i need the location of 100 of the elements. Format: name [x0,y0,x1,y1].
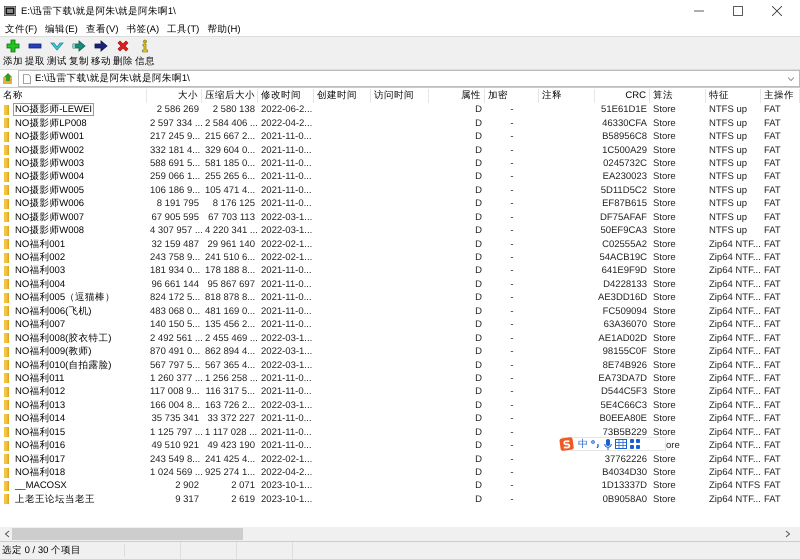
table-cell-text: 2022-02-1... [260,252,314,264]
file-name[interactable]: NO福利009(教师) [13,345,94,358]
input-mode[interactable]: 中 [578,437,588,451]
column-header[interactable]: 名称 [0,89,147,103]
menu-item[interactable]: 查看(V) [82,22,124,36]
column-header[interactable]: 属性 [429,89,485,103]
table-cell-text: FAT [763,332,782,344]
toolbar-button[interactable]: 信息 [134,37,156,69]
folder-icon [4,400,9,410]
scroll-right-icon[interactable] [785,530,791,538]
file-name[interactable]: NO摄影师-LEWEI [13,103,94,116]
table-cell-text: Store [652,225,677,236]
toolbar-button[interactable]: 复制 [68,37,90,69]
table-cell-text: D [474,252,483,264]
file-name[interactable]: NO福利011 [13,372,66,385]
table-cell-text: D [474,238,483,250]
table-cell-text: Zip64 NTF... [708,372,761,384]
column-header[interactable]: 加密 [485,89,539,103]
column-header[interactable]: 访问时间 [371,89,429,103]
file-name[interactable]: NO福利008(胶衣特工) [13,332,114,345]
file-name[interactable]: NO摄影师W002 [13,144,86,157]
table-cell-text: D [474,467,483,478]
file-name[interactable]: 上老王论坛当老王 [13,492,97,506]
table-cell-text: 332 181 4... [149,144,202,156]
file-name[interactable]: NO福利006(飞机) [13,304,94,318]
column-header[interactable]: 压缩后大小 [202,89,258,103]
scrollbar-thumb[interactable] [12,528,243,540]
table-cell-text: 2022-04-2... [260,467,314,478]
file-name[interactable]: NO福利002 [13,251,68,264]
status-text: 选定 0 / 30 个项目 [0,544,125,557]
toolbar-button[interactable]: 测试 [46,37,68,69]
address-field[interactable]: E:\迅雷下载\就是阿朱\就是阿朱啊1\ [18,70,800,87]
column-header[interactable]: 注释 [539,89,595,103]
toolbar-button[interactable]: 移动 [90,37,112,69]
file-name[interactable]: NO摄影师W008 [13,224,86,238]
table-cell-text: 241 510 6... [204,252,256,264]
file-name[interactable]: NO摄影师W007 [13,210,86,224]
table-cell-text: FAT [763,319,782,330]
scroll-left-icon[interactable] [4,530,10,538]
menu-item[interactable]: 书签(A) [123,22,164,36]
maximize-icon [732,6,742,16]
table-cell-text: EA230023 [602,171,648,182]
file-name[interactable]: NO福利012 [13,385,68,398]
file-name[interactable]: NO摄影师W001 [13,130,86,144]
table-cell-text: FAT [763,306,782,317]
table-cell-text: D [474,400,483,411]
file-name[interactable]: NO福利014 [13,412,68,426]
table-cell-text: 581 185 0... [204,158,256,169]
toolbar-button[interactable]: 提取 [24,37,46,69]
menu-item[interactable]: 帮助(H) [204,22,246,36]
ime-logo-icon[interactable] [559,437,575,451]
file-name[interactable]: NO福利007 [13,318,68,332]
table-cell-text: 2022-03-1... [260,400,314,411]
toolbar-button[interactable]: 删除 [112,37,134,69]
table-cell-text: Store [652,332,677,344]
menu-item[interactable]: 文件(F) [2,22,42,36]
table-cell-text: D [474,332,483,344]
file-name[interactable]: NO福利010(自拍露脸) [13,358,114,372]
file-name[interactable]: NO福利003 [13,264,68,278]
table-cell-text: Store [652,386,677,398]
table-cell-text: - [509,372,515,384]
menu-item[interactable]: 编辑(E) [42,22,83,36]
table-cell-text: FAT [763,131,782,142]
table-cell-text: - [509,494,515,505]
column-header[interactable]: 修改时间 [258,89,314,103]
grid-icon[interactable] [630,439,640,449]
column-header[interactable]: 创建时间 [314,89,371,103]
keyboard-icon[interactable] [615,439,627,449]
file-name[interactable]: NO福利004 [13,278,68,291]
table-cell-text: 2 071 [230,480,256,492]
table-cell-text: B4034D30 [601,467,648,478]
file-name[interactable]: NO摄影师LP008 [13,116,89,130]
microphone-icon[interactable] [604,438,612,450]
file-name[interactable]: NO福利017 [13,452,68,466]
file-name[interactable]: NO福利013 [13,398,68,412]
column-header[interactable]: 大小 [147,89,202,103]
file-name[interactable]: NO福利016 [13,439,68,452]
file-name[interactable]: NO福利001 [13,238,68,251]
column-header[interactable]: 算法 [650,89,706,103]
column-header[interactable]: 特征 [706,89,761,103]
dropdown-icon[interactable] [787,76,795,82]
folder-icon [4,172,9,182]
column-header[interactable]: CRC [595,89,650,103]
menu-item[interactable]: 工具(T) [164,22,204,36]
up-folder-icon[interactable] [3,73,14,84]
file-name[interactable]: NO摄影师W006 [13,197,86,210]
file-name[interactable]: NO摄影师W004 [13,170,86,184]
table-cell-text: 2021-11-0... [260,440,313,452]
table-cell-text: FAT [763,386,782,398]
punctuation-icon[interactable] [591,440,601,448]
table-cell-text: 35 735 341 [150,413,200,424]
file-name[interactable]: NO摄影师W003 [13,156,86,170]
file-name[interactable]: __MACOSX [13,479,69,492]
file-name[interactable]: NO福利018 [13,466,68,480]
file-name[interactable]: NO摄影师W005 [13,184,86,197]
table-cell-text: Store [652,184,677,196]
file-name[interactable]: NO福利015 [13,426,68,439]
file-name[interactable]: NO福利005（逗猫棒） [13,291,118,304]
toolbar-button[interactable]: 添加 [2,37,24,69]
column-header[interactable]: 主操作 [761,89,800,103]
